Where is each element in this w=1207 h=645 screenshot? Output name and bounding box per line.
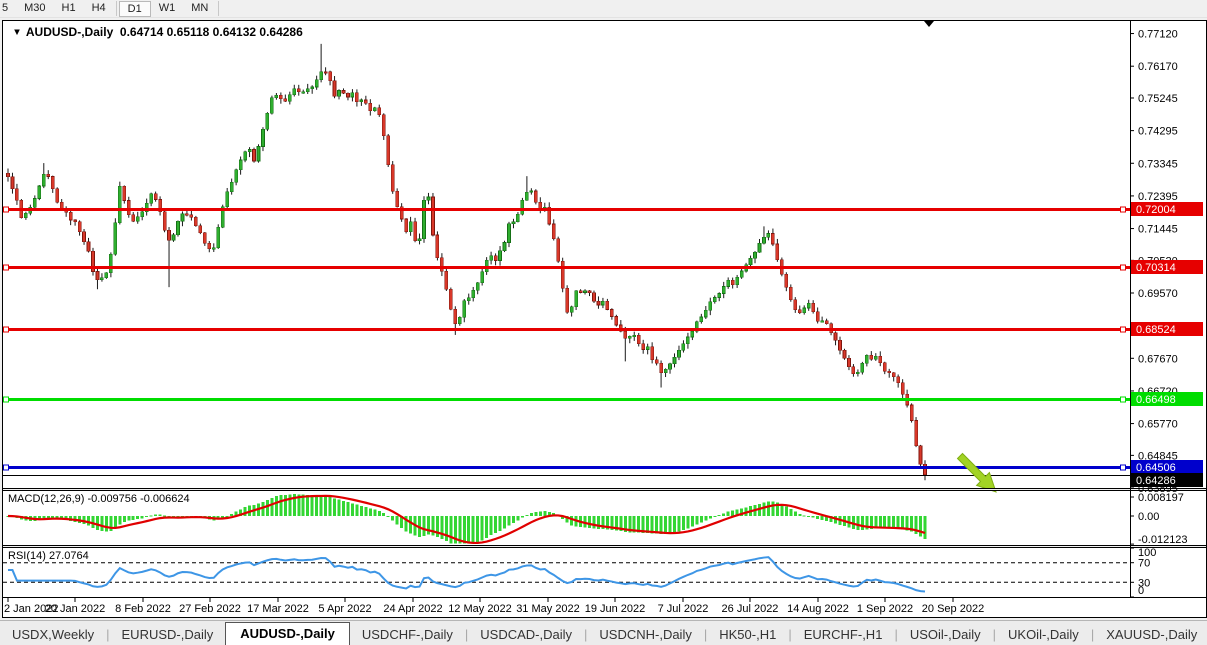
chart-title: ▼ AUDUSD-,Daily 0.64714 0.65118 0.64132 0… [11,25,303,39]
date-label: 26 Jul 2022 [722,603,779,615]
tab-usdcad-daily[interactable]: USDCAD-,Daily [468,624,584,645]
shift-marker-icon [924,21,934,27]
tab-audusd-daily[interactable]: AUDUSD-,Daily [225,622,350,645]
date-label: 14 Aug 2022 [787,603,849,615]
date-label: 7 Jul 2022 [658,603,709,615]
macd-main-value: -0.009756 [87,493,137,505]
chart-tab-bar: USDX,Weekly|EURUSD-,DailyAUDUSD-,DailyUS… [0,620,1207,645]
date-axis: 2 Jan 202220 Jan 20228 Feb 202227 Feb 20… [4,598,984,615]
date-label: 12 May 2022 [448,603,512,615]
toolbar-separator [116,1,117,16]
line-handle[interactable] [1121,397,1126,402]
price-badge-0.68524: 0.68524 [1136,324,1176,336]
svg-text:0.71445: 0.71445 [1138,224,1178,236]
svg-text:0.69570: 0.69570 [1138,288,1178,300]
svg-text:0.77120: 0.77120 [1138,29,1178,41]
rsi-value: 27.0764 [49,550,89,562]
line-handle[interactable] [4,397,9,402]
svg-text:0.74295: 0.74295 [1138,126,1178,138]
line-handle[interactable] [1121,465,1126,470]
svg-text:-0.012123: -0.012123 [1138,534,1188,546]
arrow-annotation[interactable] [958,454,997,493]
date-label: 20 Sep 2022 [922,603,984,615]
date-label: 31 May 2022 [516,603,580,615]
price-chart: 0.77120 0.76170 0.75245 0.74295 0.73345 0.723… [3,21,1206,617]
tab-eurchf-h1[interactable]: EURCHF-,H1 [792,624,895,645]
svg-text:0.008197: 0.008197 [1138,492,1184,504]
date-label: 1 Sep 2022 [857,603,913,615]
price-badge-0.70314: 0.70314 [1136,262,1176,274]
timeframe-button-H1[interactable]: H1 [54,1,84,16]
chart-symbol-label: AUDUSD-,Daily [26,25,113,39]
macd-name: MACD(12,26,9) [8,493,84,505]
line-handle[interactable] [1121,265,1126,270]
tab-usdchf-daily[interactable]: USDCHF-,Daily [350,624,465,645]
tab-usoil-daily[interactable]: USOil-,Daily [898,624,993,645]
rsi-label: RSI(14) 27.0764 [8,550,89,562]
date-label: 20 Jan 2022 [45,603,106,615]
tab-usdcnh-daily[interactable]: USDCNH-,Daily [587,624,703,645]
svg-text:0.67670: 0.67670 [1138,353,1178,365]
timeframe-button-H4[interactable]: H4 [84,1,114,16]
line-handle[interactable] [4,465,9,470]
svg-text:0.75245: 0.75245 [1138,93,1178,105]
timeframe-button-5[interactable]: 5 [0,1,16,16]
svg-text:0.73345: 0.73345 [1138,158,1178,170]
svg-text:0.72395: 0.72395 [1138,191,1178,203]
line-handle[interactable] [1121,327,1126,332]
timeframe-button-M30[interactable]: M30 [16,1,53,16]
line-handle[interactable] [4,207,9,212]
chart-ohlc-values: 0.64714 0.65118 0.64132 0.64286 [120,25,303,39]
macd-label: MACD(12,26,9) -0.009756 -0.006624 [8,493,190,505]
date-label: 27 Feb 2022 [179,603,241,615]
price-badge-0.72004: 0.72004 [1136,204,1176,216]
rsi-name: RSI(14) [8,550,46,562]
price-badge-0.64286: 0.64286 [1136,475,1176,487]
date-label: 24 Apr 2022 [383,603,442,615]
line-handle[interactable] [4,327,9,332]
svg-text:0.65770: 0.65770 [1138,419,1178,431]
candlestick-series [7,44,927,480]
indicator-axes: 0.0081970.00-0.01212310070300 [1130,492,1188,597]
tab-hk50-h1[interactable]: HK50-,H1 [707,624,788,645]
horizontal-lines [3,207,1130,476]
timeframe-button-W1[interactable]: W1 [151,1,184,16]
timeframe-toolbar: 5M30H1H4 D1W1MN [0,0,1207,18]
macd-signal-value: -0.006624 [140,493,190,505]
tab-usdx-weekly[interactable]: USDX,Weekly [0,624,106,645]
tab-ukoil-daily[interactable]: UKOil-,Daily [996,624,1091,645]
svg-text:0.76170: 0.76170 [1138,61,1178,73]
tab-xauusd-daily[interactable]: XAUUSD-,Daily [1094,624,1207,645]
chart-dropdown-icon[interactable]: ▼ [12,26,22,37]
tab-eurusd-daily[interactable]: EURUSD-,Daily [110,624,226,645]
svg-text:0: 0 [1138,585,1144,597]
line-handle[interactable] [1121,207,1126,212]
price-badge-0.66498: 0.66498 [1136,394,1176,406]
svg-text:0.00: 0.00 [1138,511,1159,523]
price-badges: 0.72004 0.70314 0.68524 0.66498 0.645060.642… [1131,202,1203,487]
timeframe-button-MN[interactable]: MN [183,1,216,16]
date-label: 19 Jun 2022 [585,603,646,615]
mt4-window: 5M30H1H4 D1W1MN 0.77120 0.76170 0.75245 0.74… [0,0,1207,645]
chart-window: 0.77120 0.76170 0.75245 0.74295 0.73345 0.723… [2,20,1207,618]
line-handle[interactable] [4,265,9,270]
date-label: 5 Apr 2022 [318,603,371,615]
timeframe-button-D1[interactable]: D1 [119,1,151,17]
date-label: 17 Mar 2022 [247,603,309,615]
date-label: 8 Feb 2022 [115,603,171,615]
svg-text:70: 70 [1138,558,1150,570]
toolbar-separator [218,1,219,16]
price-badge-0.64506: 0.64506 [1136,462,1176,474]
